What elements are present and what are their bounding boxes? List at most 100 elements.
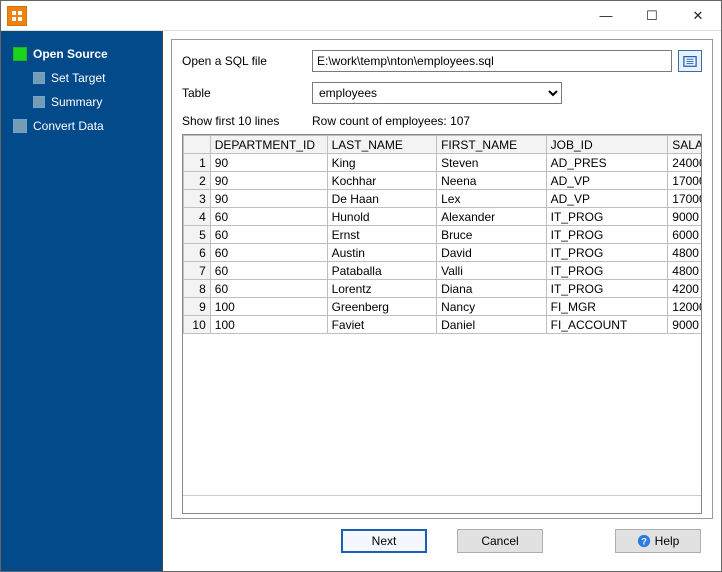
table-row[interactable]: 290KochharNeenaAD_VP17000NKOCHHAR (184, 172, 702, 190)
source-panel: Open a SQL file Table employe (171, 39, 713, 519)
show-first-label: Show first 10 lines (182, 114, 312, 128)
table-row[interactable]: 660AustinDavidIT_PROG4800DAUSTIN (184, 244, 702, 262)
table-cell: Bruce (437, 226, 547, 244)
table-cell: 60 (210, 226, 327, 244)
table-cell: 90 (210, 172, 327, 190)
table-cell: Neena (437, 172, 547, 190)
table-cell: IT_PROG (546, 226, 668, 244)
table-cell: 60 (210, 244, 327, 262)
row-number-cell: 8 (184, 280, 211, 298)
help-icon: ? (637, 534, 651, 548)
table-cell: Greenberg (327, 298, 437, 316)
preview-table-scroll[interactable]: DEPARTMENT_IDLAST_NAMEFIRST_NAMEJOB_IDSA… (183, 135, 701, 495)
minimize-button[interactable]: — (583, 1, 629, 30)
row-number-cell: 7 (184, 262, 211, 280)
table-cell: 9000 (668, 316, 701, 334)
row-number-cell: 9 (184, 298, 211, 316)
footer: Next Cancel ? Help (171, 519, 713, 563)
wizard-step-open-source[interactable]: Open Source (13, 47, 156, 61)
wizard-step-convert-data[interactable]: Convert Data (13, 119, 156, 133)
table-cell: AD_VP (546, 190, 668, 208)
table-cell: 90 (210, 190, 327, 208)
table-cell: 17000 (668, 190, 701, 208)
help-button[interactable]: ? Help (615, 529, 701, 553)
file-row: Open a SQL file (182, 50, 702, 72)
table-cell: Faviet (327, 316, 437, 334)
table-row[interactable]: 9100GreenbergNancyFI_MGR12000NGREENBE (184, 298, 702, 316)
table-cell: IT_PROG (546, 244, 668, 262)
table-row[interactable]: 860LorentzDianaIT_PROG4200DLORENTZ (184, 280, 702, 298)
table-cell: Austin (327, 244, 437, 262)
column-header[interactable]: FIRST_NAME (437, 136, 547, 154)
table-row[interactable]: 760PataballaValliIT_PROG4800VPATABAL (184, 262, 702, 280)
wizard-sidebar: Open Source Set Target Summary Convert Data (1, 31, 163, 571)
table-cell: 9000 (668, 208, 701, 226)
step-label: Summary (51, 95, 102, 109)
cancel-button[interactable]: Cancel (457, 529, 543, 553)
main-area: Open a SQL file Table employe (163, 31, 721, 571)
table-row[interactable]: 390De HaanLexAD_VP17000LDEHAAN (184, 190, 702, 208)
close-button[interactable]: ✕ (675, 1, 721, 30)
column-header[interactable]: JOB_ID (546, 136, 668, 154)
column-header[interactable]: LAST_NAME (327, 136, 437, 154)
row-count-label: Row count of employees: 107 (312, 114, 470, 128)
table-cell: IT_PROG (546, 262, 668, 280)
row-number-cell: 2 (184, 172, 211, 190)
table-cell: 60 (210, 208, 327, 226)
table-cell: Steven (437, 154, 547, 172)
table-cell: David (437, 244, 547, 262)
table-cell: 6000 (668, 226, 701, 244)
table-cell: Pataballa (327, 262, 437, 280)
app-window: — ☐ ✕ Open Source Set Target Summary Conver… (0, 0, 722, 572)
table-row[interactable]: 10100FavietDanielFI_ACCOUNT9000DFAVIET (184, 316, 702, 334)
step-label: Open Source (33, 47, 108, 61)
table-cell: 100 (210, 298, 327, 316)
table-cell: 4800 (668, 244, 701, 262)
table-cell: FI_ACCOUNT (546, 316, 668, 334)
column-header[interactable]: DEPARTMENT_ID (210, 136, 327, 154)
step-label: Set Target (51, 71, 105, 85)
row-number-cell: 1 (184, 154, 211, 172)
row-number-cell: 10 (184, 316, 211, 334)
table-row: Table employees (182, 82, 702, 104)
table-cell: 100 (210, 316, 327, 334)
table-cell: FI_MGR (546, 298, 668, 316)
title-bar: — ☐ ✕ (1, 1, 721, 31)
table-select[interactable]: employees (312, 82, 562, 104)
table-cell: AD_PRES (546, 154, 668, 172)
window-buttons: — ☐ ✕ (583, 1, 721, 30)
sql-file-input[interactable] (312, 50, 672, 72)
horizontal-scrollbar[interactable] (183, 495, 701, 513)
row-number-cell: 4 (184, 208, 211, 226)
column-header[interactable]: SALARY (668, 136, 701, 154)
app-icon (7, 6, 27, 26)
table-row[interactable]: 190KingStevenAD_PRES24000SKING (184, 154, 702, 172)
table-cell: Kochhar (327, 172, 437, 190)
row-number-cell: 5 (184, 226, 211, 244)
preview-table: DEPARTMENT_IDLAST_NAMEFIRST_NAMEJOB_IDSA… (183, 135, 701, 334)
next-button[interactable]: Next (341, 529, 427, 553)
table-cell: 4800 (668, 262, 701, 280)
browse-file-button[interactable] (678, 50, 702, 72)
table-cell: Alexander (437, 208, 547, 226)
wizard-step-summary[interactable]: Summary (33, 95, 156, 109)
table-cell: AD_VP (546, 172, 668, 190)
preview-table-wrap: DEPARTMENT_IDLAST_NAMEFIRST_NAMEJOB_IDSA… (182, 134, 702, 514)
help-label: Help (655, 534, 680, 548)
step-status-box (33, 96, 45, 108)
step-status-box (13, 119, 27, 133)
table-cell: Lex (437, 190, 547, 208)
table-row[interactable]: 460HunoldAlexanderIT_PROG9000AHUNOLD (184, 208, 702, 226)
table-cell: 24000 (668, 154, 701, 172)
table-cell: Diana (437, 280, 547, 298)
svg-text:?: ? (641, 537, 647, 548)
table-cell: Hunold (327, 208, 437, 226)
maximize-button[interactable]: ☐ (629, 1, 675, 30)
table-cell: Lorentz (327, 280, 437, 298)
wizard-step-set-target[interactable]: Set Target (33, 71, 156, 85)
table-row[interactable]: 560ErnstBruceIT_PROG6000BERNST (184, 226, 702, 244)
table-cell: IT_PROG (546, 280, 668, 298)
table-cell: 90 (210, 154, 327, 172)
step-status-box (33, 72, 45, 84)
table-cell: 60 (210, 280, 327, 298)
